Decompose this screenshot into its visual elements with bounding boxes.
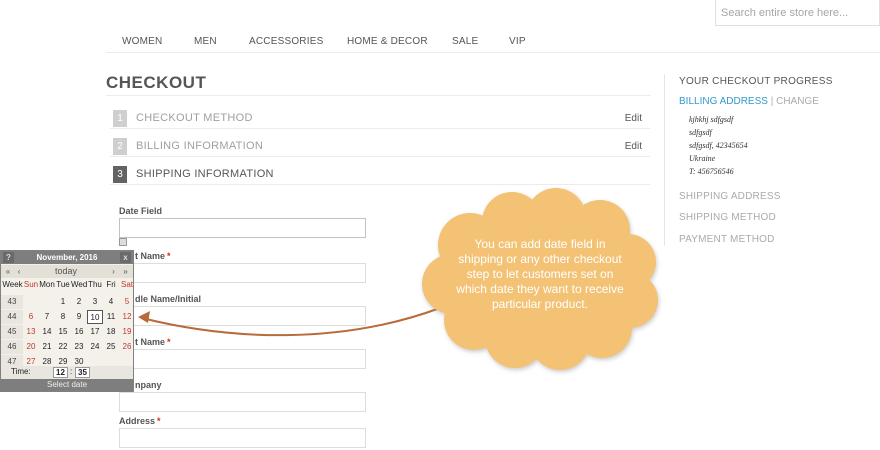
- callout-text: You can add date field in shipping or an…: [456, 237, 624, 311]
- callout-arrow-head: [138, 311, 150, 323]
- callout-cloud: [138, 188, 658, 370]
- callout-arrow: [141, 307, 441, 337]
- checkout-page: Search entire store here... WOMEN MEN AC…: [0, 0, 880, 450]
